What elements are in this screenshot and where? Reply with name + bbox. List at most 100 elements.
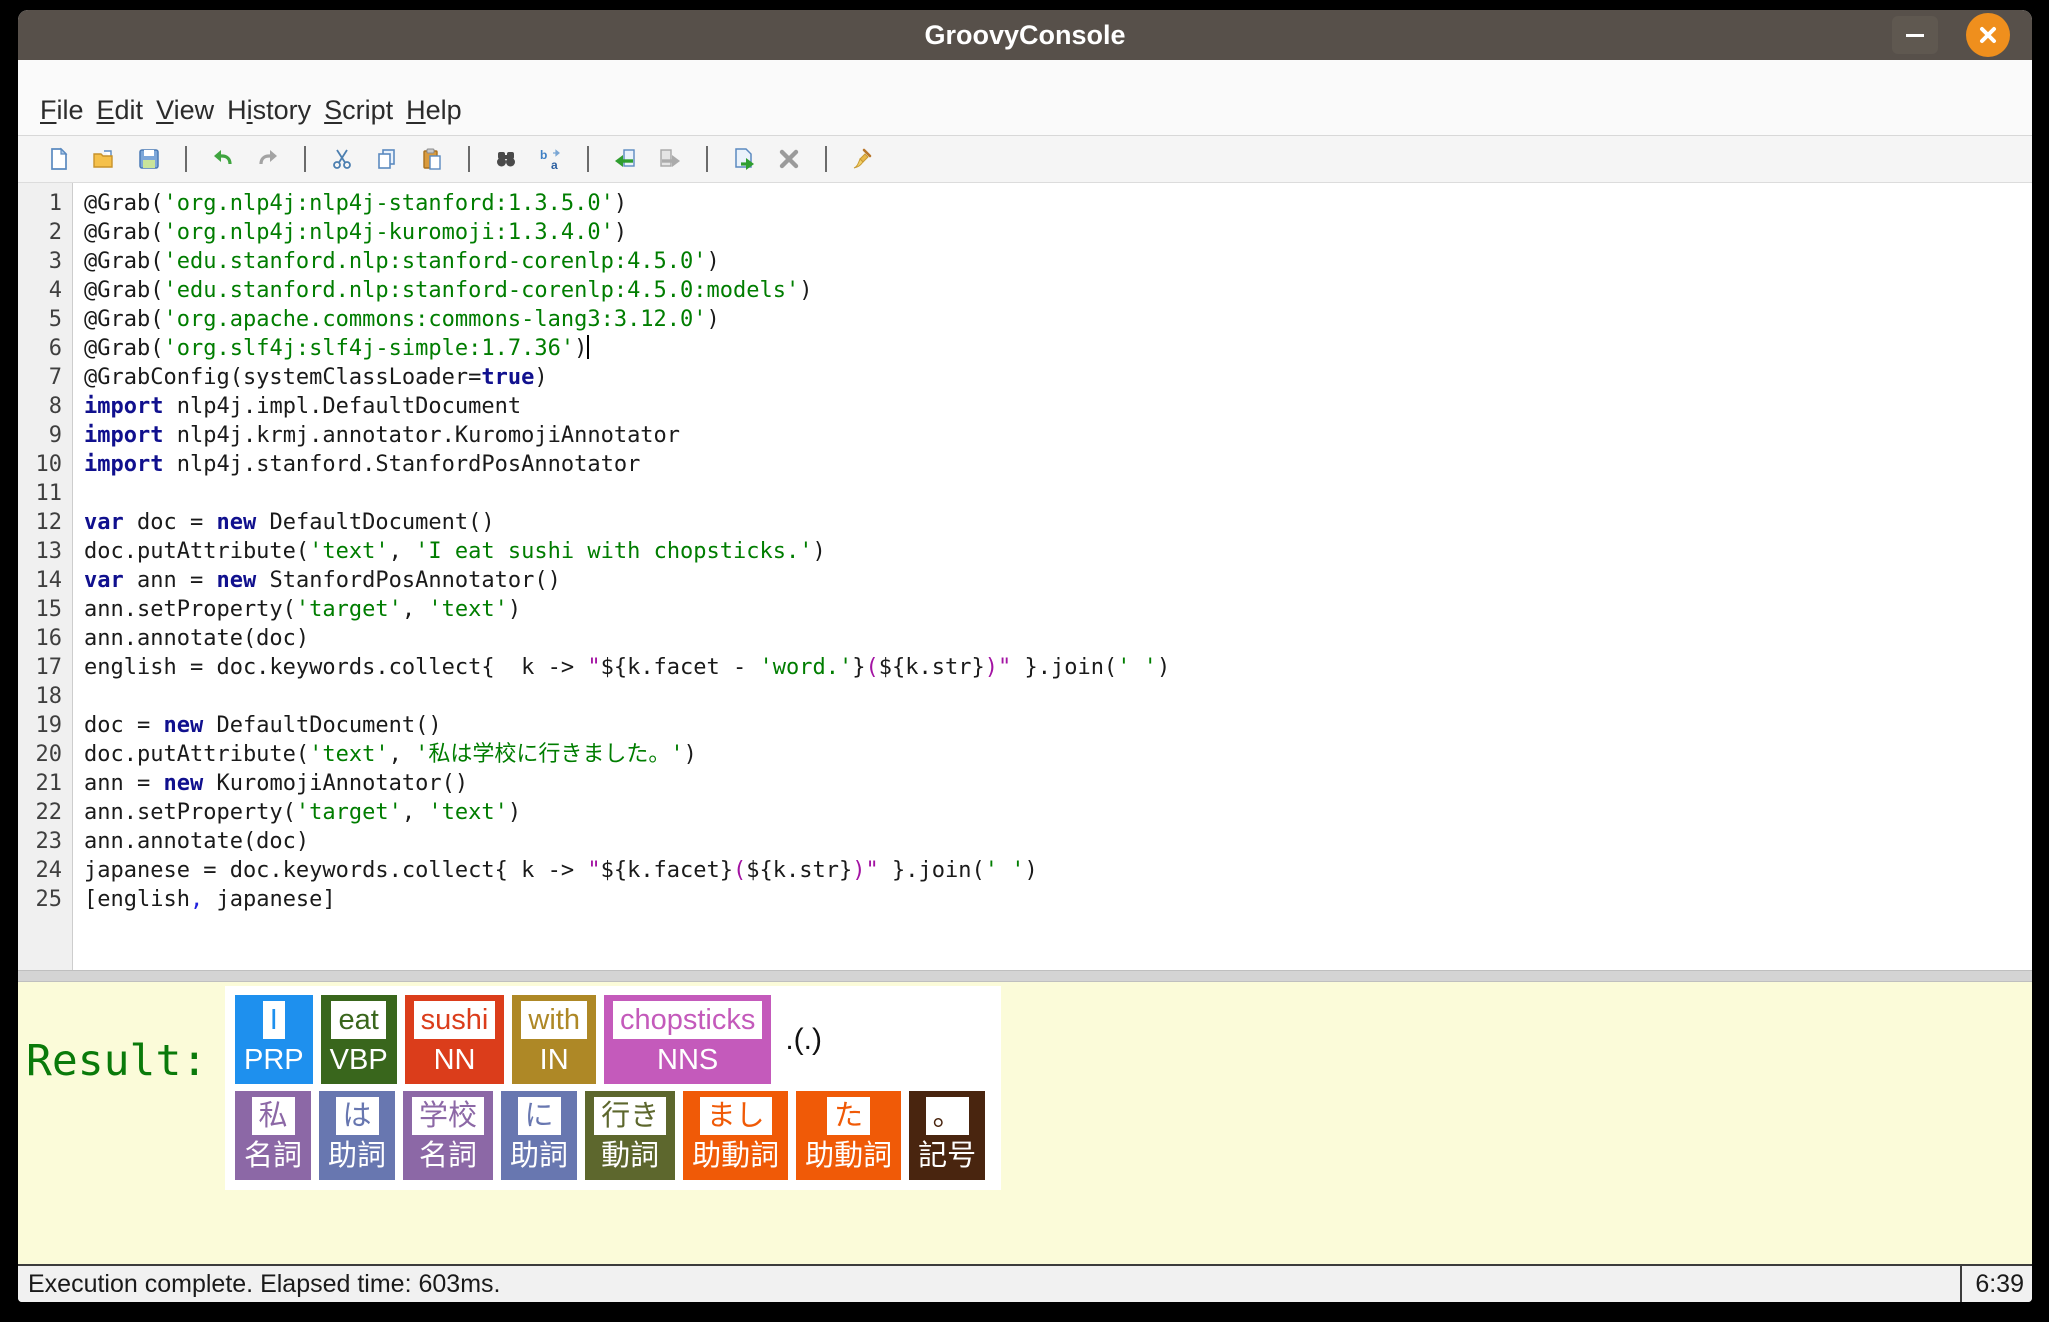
line-number: 1 (48, 191, 62, 216)
undo-button[interactable] (210, 146, 236, 172)
interrupt-script-button[interactable] (776, 146, 802, 172)
line-number: 11 (35, 481, 63, 506)
text-caret (587, 335, 590, 359)
code-token: ${k.facet - (600, 655, 760, 680)
history-next-button[interactable] (657, 146, 683, 172)
clear-output-button[interactable] (850, 146, 876, 172)
caret-position: 6:39 (1960, 1266, 2032, 1302)
line-number: 9 (48, 423, 62, 448)
code-token: ann.setProperty( (84, 597, 296, 622)
line-number: 18 (35, 684, 63, 709)
code-line: 7 @GrabConfig(systemClassLoader=true) (18, 363, 2032, 392)
find-replace-button[interactable]: ba (538, 146, 564, 172)
pos-token: with IN (512, 995, 596, 1084)
code-token: ) (507, 800, 522, 825)
code-text: doc.putAttribute('text', 'I eat sushi wi… (72, 537, 826, 566)
history-previous-icon (613, 147, 637, 171)
menu-bar: File Edit View History Script Help (18, 60, 2032, 136)
line-number: 10 (35, 452, 63, 477)
code-token: doc.putAttribute( (84, 539, 310, 564)
code-line: 14 var ann = new StanfordPosAnnotator() (18, 566, 2032, 595)
pos-token: 学校 名詞 (403, 1091, 494, 1180)
code-token: 'text' (428, 597, 508, 622)
find-button[interactable] (493, 146, 519, 172)
japanese-token-row: 私名詞は助詞 学校 名詞に助詞 行き 動詞 まし 助動詞た助動詞。記号 (235, 1091, 986, 1180)
line-number: 15 (35, 597, 63, 622)
groovy-console-window: GroovyConsole File Edit View History Script H… (18, 10, 2032, 1302)
line-number: 22 (35, 800, 63, 825)
split-pane-divider[interactable] (18, 970, 2032, 982)
token-tag: 記号 (918, 1140, 977, 1172)
paste-button[interactable] (419, 146, 445, 172)
code-line: 15 ann.setProperty('target', 'text') (18, 595, 2032, 624)
new-file-button[interactable] (46, 146, 72, 172)
menu-file[interactable]: File (40, 95, 84, 126)
code-token: nlp4j.impl.DefaultDocument (163, 394, 522, 419)
token-tag: IN (539, 1044, 569, 1076)
toolbar-separator (587, 146, 589, 172)
code-text: ann = new KuromojiAnnotator() (72, 769, 468, 798)
code-token: 'edu.stanford.nlp:stanford-corenlp:4.5.0… (163, 249, 707, 274)
line-number: 25 (35, 887, 63, 912)
save-file-button[interactable] (136, 146, 162, 172)
code-token: ) (1024, 858, 1038, 883)
code-token: ) (574, 336, 588, 361)
status-message: Execution complete. Elapsed time: 603ms. (28, 1269, 501, 1298)
menu-view[interactable]: View (156, 95, 214, 126)
line-number: 24 (35, 858, 63, 883)
pos-token: sushi NN (404, 995, 505, 1084)
cut-button[interactable] (329, 146, 355, 172)
code-token: import (84, 452, 164, 477)
pos-token: 。記号 (909, 1091, 986, 1180)
code-text: ann.annotate(doc) (72, 624, 309, 653)
token-word: chopsticks (612, 1001, 763, 1039)
code-token: nlp4j.stanford.StanfordPosAnnotator (163, 452, 641, 477)
minimize-button[interactable] (1892, 16, 1938, 54)
history-previous-button[interactable] (612, 146, 638, 172)
code-line: 12 var doc = new DefaultDocument() (18, 508, 2032, 537)
open-file-button[interactable] (91, 146, 117, 172)
code-token: ' ' (1117, 655, 1157, 680)
line-number: 3 (48, 249, 62, 274)
menu-script[interactable]: Script (324, 95, 393, 126)
code-line: 22 ann.setProperty('target', 'text') (18, 798, 2032, 827)
code-token: , (388, 539, 416, 564)
code-token: @GrabConfig(systemClassLoader= (84, 365, 482, 390)
toolbar: ba (18, 136, 2032, 183)
code-token: , (401, 597, 429, 622)
code-token: 'target' (295, 800, 402, 825)
save-file-icon (137, 147, 161, 171)
execute-script-button[interactable] (731, 146, 757, 172)
line-number: 20 (35, 742, 63, 767)
line-number: 12 (35, 510, 63, 535)
token-word: 学校 (412, 1097, 485, 1135)
token-tag: 名詞 (419, 1140, 478, 1172)
code-token: [english (84, 887, 190, 912)
token-word: まし (699, 1097, 772, 1135)
code-token: 'edu.stanford.nlp:stanford-corenlp:4.5.0… (163, 278, 800, 303)
code-token: @Grab( (84, 249, 164, 274)
close-button[interactable] (1966, 13, 2010, 57)
code-text: @Grab('org.apache.commons:commons-lang3:… (72, 305, 720, 334)
copy-button[interactable] (374, 146, 400, 172)
code-text: @Grab('edu.stanford.nlp:stanford-corenlp… (72, 276, 813, 305)
token-tag: PRP (244, 1044, 304, 1076)
code-text: ann.setProperty('target', 'text') (72, 595, 521, 624)
menu-history[interactable]: History (227, 95, 311, 126)
redo-button[interactable] (255, 146, 281, 172)
code-token: ) (613, 191, 628, 216)
code-token: ) (613, 220, 628, 245)
line-number: 6 (48, 336, 62, 361)
code-token: doc = (84, 713, 164, 738)
code-text: doc = new DefaultDocument() (72, 711, 442, 740)
code-text: ann.setProperty('target', 'text') (72, 798, 521, 827)
code-line: 11 (18, 479, 2032, 508)
menu-help[interactable]: Help (406, 95, 462, 126)
interrupt-script-icon (777, 147, 801, 171)
code-editor[interactable]: 1 @Grab('org.nlp4j:nlp4j-stanford:1.3.5.0… (18, 183, 2032, 970)
token-word: with (521, 1001, 587, 1039)
code-text: import nlp4j.krmj.annotator.KuromojiAnno… (72, 421, 680, 450)
menu-edit[interactable]: Edit (97, 95, 144, 126)
code-line: 16 ann.annotate(doc) (18, 624, 2032, 653)
pos-token: chopsticks NNS (603, 995, 772, 1084)
